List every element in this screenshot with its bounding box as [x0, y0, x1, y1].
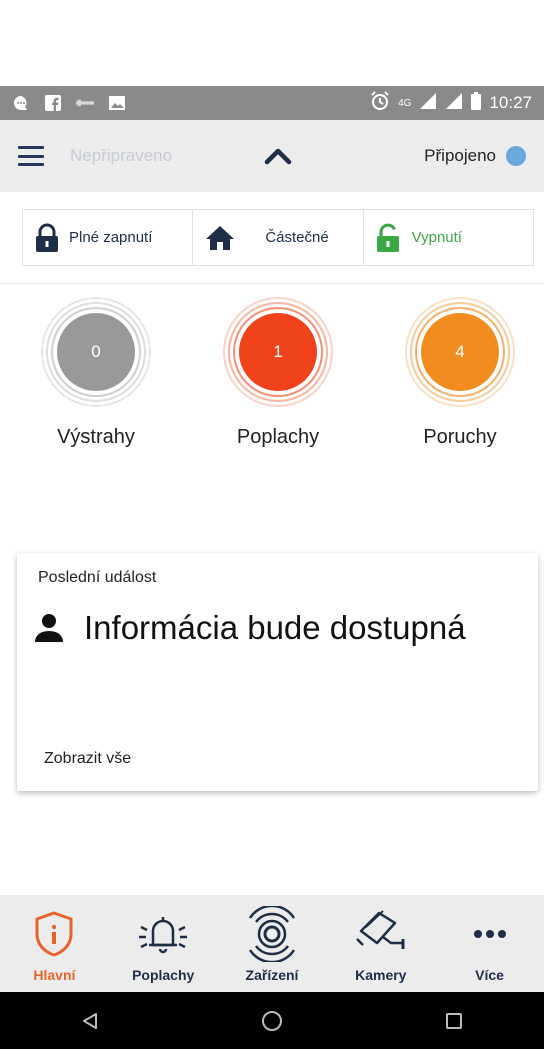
user-icon	[35, 614, 63, 642]
nav-more-label: Více	[475, 967, 504, 983]
nav-cameras-label: Kamery	[355, 967, 407, 983]
faults-label: Poruchy	[423, 426, 497, 448]
app-screen: 4G 10:27 Nepřipraveno Připojeno Plné zap…	[0, 0, 544, 1049]
banking-icon	[76, 94, 94, 112]
home-icon	[206, 225, 235, 250]
recents-icon[interactable]	[444, 1011, 464, 1031]
alarms-count: 1	[273, 342, 283, 361]
last-event-body: Informácia bude dostupná	[34, 609, 466, 647]
alarms-ring: 1	[222, 296, 334, 408]
chat-icon	[12, 94, 30, 112]
connection-status: Připojeno	[424, 146, 526, 166]
warnings-ring: 0	[40, 296, 152, 408]
alarm-clock-icon	[370, 90, 390, 116]
nav-main[interactable]: Hlavní	[0, 895, 109, 992]
system-status: Nepřipraveno	[70, 146, 173, 165]
faults-ring: 4	[404, 296, 516, 408]
last-event-title: Poslední událost	[38, 569, 157, 586]
alarms-label: Poplachy	[236, 426, 320, 448]
warnings-counter[interactable]: 0 Výstrahy	[36, 296, 156, 449]
full-arm-label: Plné zapnutí	[69, 229, 153, 246]
more-icon	[473, 930, 506, 938]
connection-dot-icon	[506, 146, 526, 166]
back-icon[interactable]	[80, 1011, 100, 1031]
faults-count: 4	[455, 342, 465, 361]
nav-devices[interactable]: Zařízení	[218, 895, 327, 992]
connection-label: Připojeno	[424, 146, 496, 165]
app-bar: Nepřipraveno Připojeno	[0, 120, 544, 192]
nav-alarms[interactable]: Poplachy	[109, 895, 218, 992]
last-event-info: Informácia bude dostupná	[84, 609, 466, 646]
clock-time: 10:27	[489, 93, 532, 112]
hamburger-menu-icon[interactable]	[18, 146, 44, 166]
faults-counter[interactable]: 4 Poruchy	[400, 296, 520, 449]
lock-closed-icon	[36, 223, 58, 252]
divider	[0, 283, 544, 284]
lock-open-icon	[376, 223, 399, 252]
warnings-label: Výstrahy	[57, 426, 135, 448]
nav-cameras[interactable]: Kamery	[326, 895, 435, 992]
nav-more[interactable]: Více	[435, 895, 544, 992]
bell-icon	[139, 917, 188, 954]
warnings-count: 0	[91, 342, 101, 361]
camera-icon	[355, 910, 405, 949]
view-all-link[interactable]: Zobrazit vše	[44, 750, 131, 768]
full-arm-button[interactable]: Plné zapnutí	[23, 210, 192, 265]
sensor-icon	[248, 906, 296, 962]
network-type: 4G	[398, 97, 412, 109]
bottom-navigation: Hlavní Poplachy Zařízení Kamery Více	[0, 895, 544, 992]
partial-arm-label: Částečné	[265, 229, 329, 246]
nav-alarms-label: Poplachy	[132, 967, 195, 983]
image-icon	[108, 94, 126, 112]
signal-icon-2	[445, 92, 463, 115]
system-navigation-bar	[0, 992, 544, 1049]
nav-main-label: Hlavní	[33, 967, 76, 983]
status-bar: 4G 10:27	[0, 86, 544, 120]
chevron-up-icon[interactable]	[263, 142, 293, 168]
arm-mode-bar: Plné zapnutí Částečné Vypnutí	[22, 209, 534, 266]
nav-devices-label: Zařízení	[245, 967, 299, 983]
last-event-card: Poslední událost Informácia bude dostupn…	[17, 553, 538, 791]
disarm-button[interactable]: Vypnutí	[362, 210, 533, 265]
alarms-counter[interactable]: 1 Poplachy	[218, 296, 338, 449]
home-button-icon[interactable]	[261, 1010, 283, 1032]
info-shield-icon	[35, 911, 73, 957]
battery-icon	[471, 91, 482, 115]
facebook-icon	[44, 94, 62, 112]
partial-arm-button[interactable]: Částečné	[192, 210, 362, 265]
disarm-label: Vypnutí	[411, 229, 462, 246]
signal-icon	[419, 92, 437, 115]
